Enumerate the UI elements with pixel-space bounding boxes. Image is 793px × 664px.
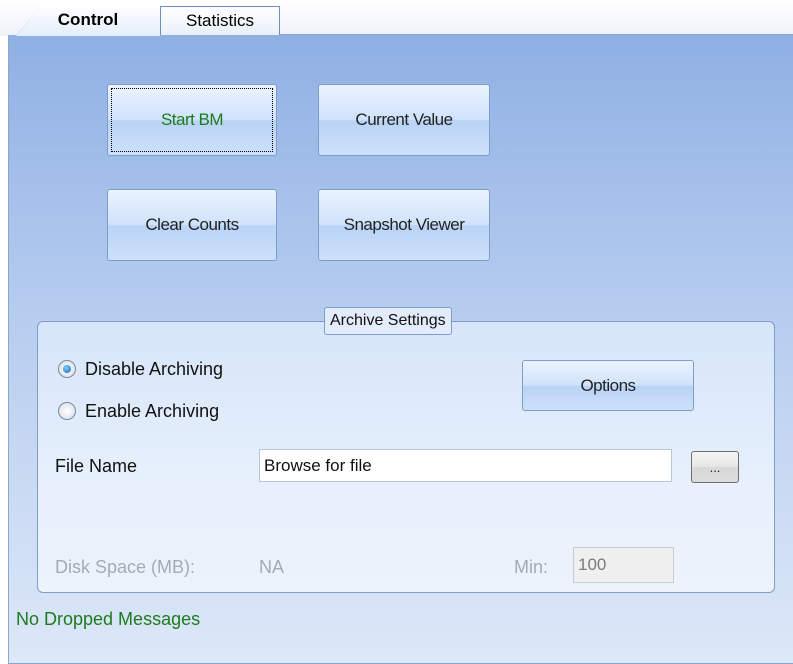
disable-archiving-radio[interactable] xyxy=(58,360,76,378)
clear-counts-button[interactable]: Clear Counts xyxy=(107,189,277,261)
archive-settings-title: Archive Settings xyxy=(324,307,452,335)
tab-statistics[interactable]: Statistics xyxy=(160,6,280,35)
enable-archiving-radio-row[interactable]: Enable Archiving xyxy=(58,399,219,423)
enable-archiving-label: Enable Archiving xyxy=(85,400,220,421)
browse-button[interactable]: ... xyxy=(691,451,739,483)
current-value-button[interactable]: Current Value xyxy=(318,84,490,156)
enable-archiving-radio[interactable] xyxy=(58,402,76,420)
status-message: No Dropped Messages xyxy=(16,609,201,629)
tab-strip: Control Statistics xyxy=(0,0,793,36)
disable-archiving-radio-row[interactable]: Disable Archiving xyxy=(58,357,223,381)
disable-archiving-label: Disable Archiving xyxy=(85,358,224,379)
disk-space-label: Disk Space (MB): xyxy=(55,557,196,577)
min-field: 100 xyxy=(573,547,674,583)
file-name-field[interactable]: Browse for file xyxy=(259,449,672,482)
start-bm-button[interactable]: Start BM xyxy=(107,84,277,156)
options-button[interactable]: Options xyxy=(522,360,694,411)
file-name-label: File Name xyxy=(55,456,138,476)
disk-space-value: NA xyxy=(259,557,285,577)
min-label: Min: xyxy=(514,557,549,577)
snapshot-viewer-button[interactable]: Snapshot Viewer xyxy=(318,189,490,261)
